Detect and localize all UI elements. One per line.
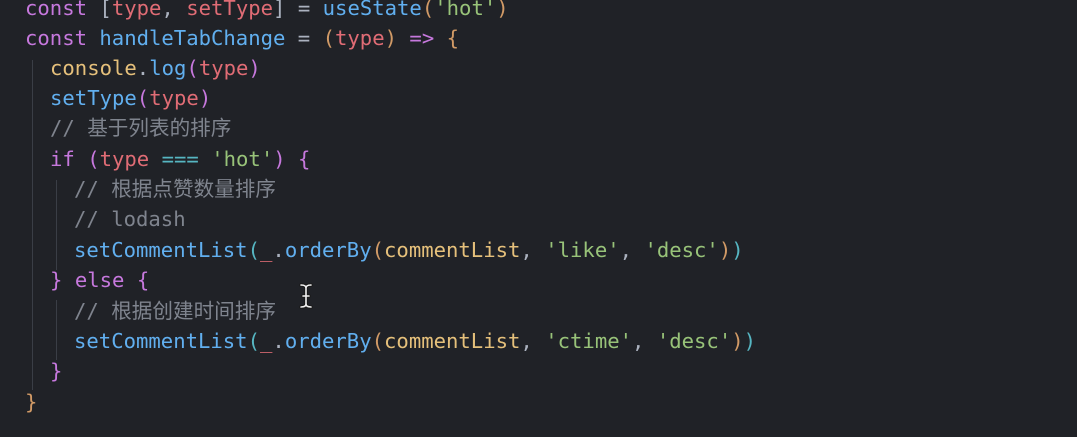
code-token: const (25, 0, 100, 20)
code-token: } (50, 268, 63, 292)
code-token: { (298, 147, 311, 171)
code-token: _ (260, 238, 273, 262)
code-line[interactable]: if (type === 'hot') { (50, 144, 310, 174)
code-line[interactable]: // 基于列表的排序 (50, 113, 231, 143)
code-token: ( (371, 238, 385, 262)
code-token: ) (743, 329, 757, 353)
code-line[interactable]: const [type, setType] = useState('hot') (25, 0, 509, 23)
code-token: commentList (384, 329, 521, 353)
code-editor[interactable]: const [type, setType] = useState('hot') … (0, 0, 1077, 437)
code-token: ) (198, 86, 212, 110)
code-line[interactable]: setCommentList(_.orderBy(commentList, 'c… (74, 326, 756, 356)
code-token: 'desc' (644, 238, 719, 262)
code-token: setCommentList (74, 329, 248, 353)
code-line[interactable]: console.log(type) (50, 53, 261, 83)
code-token: ) (248, 56, 261, 80)
code-token: ) (496, 0, 509, 20)
code-line[interactable]: // 根据点赞数量排序 (74, 174, 276, 204)
code-token: type (149, 86, 199, 110)
code-token: console (50, 56, 137, 80)
code-token: , (520, 329, 546, 353)
code-token: 'hot' (211, 147, 274, 171)
code-token: const (25, 26, 100, 50)
code-token: orderBy (284, 329, 372, 353)
code-token: type (335, 26, 385, 50)
code-token: , (520, 238, 546, 262)
code-line[interactable]: // lodash (74, 204, 186, 234)
code-line[interactable]: } (50, 356, 62, 386)
code-line[interactable]: // 根据创建时间排序 (74, 296, 276, 326)
code-token: // lodash (74, 207, 186, 231)
code-token: // 根据点赞数量排序 (74, 177, 276, 201)
code-token: setType (186, 0, 274, 20)
indent-guide (56, 180, 57, 270)
code-token: ) (718, 238, 732, 262)
code-token: , (619, 238, 645, 262)
code-token: ) (384, 26, 398, 50)
code-token: // 基于列表的排序 (50, 116, 232, 140)
code-token: ( (322, 26, 335, 50)
indent-guide (56, 300, 57, 360)
code-token: setType (50, 86, 137, 110)
code-token: _ (260, 329, 273, 353)
code-token: ( (136, 86, 150, 110)
text-cursor-icon (299, 283, 313, 309)
code-token: type (99, 147, 150, 171)
code-token: ( (247, 238, 260, 262)
code-token: ( (247, 329, 260, 353)
code-token: ( (87, 147, 100, 171)
indent-guide (32, 60, 33, 390)
code-line[interactable]: } (25, 387, 37, 417)
code-token: ( (421, 0, 435, 20)
code-token: = (285, 26, 323, 50)
code-token: ) (731, 238, 744, 262)
code-token: [ (99, 0, 112, 20)
code-token: { (446, 26, 460, 50)
code-token: type (111, 0, 162, 20)
code-token: 'desc' (656, 329, 732, 353)
code-token: commentList (384, 238, 521, 262)
code-token: ] = (273, 0, 323, 20)
code-token: // 根据创建时间排序 (74, 299, 276, 323)
code-token: useState (322, 0, 422, 20)
code-token: setCommentList (74, 238, 248, 262)
code-token: if (50, 147, 88, 171)
code-token: . (136, 56, 150, 80)
code-token: } (50, 359, 63, 383)
code-token: 'ctime' (545, 329, 633, 353)
code-token: 'like' (545, 238, 620, 262)
code-token: === (161, 147, 199, 171)
code-line[interactable]: const handleTabChange = (type) => { (25, 23, 459, 53)
code-token: . (272, 238, 285, 262)
code-line[interactable]: setCommentList(_.orderBy(commentList, 'l… (74, 235, 744, 265)
code-token: , (161, 0, 187, 20)
code-token: . (272, 329, 285, 353)
code-token: { (136, 268, 150, 292)
code-token: else (74, 268, 137, 292)
code-token: orderBy (284, 238, 372, 262)
code-token: 'hot' (434, 0, 497, 20)
code-token: ( (371, 329, 385, 353)
code-token: handleTabChange (99, 26, 286, 50)
code-line[interactable]: } else { (50, 265, 149, 295)
code-token: log (149, 56, 187, 80)
code-token: ) (273, 147, 286, 171)
code-token: } (25, 390, 38, 414)
code-token: ) (731, 329, 744, 353)
code-line[interactable]: setType(type) (50, 83, 211, 113)
code-token: , (632, 329, 657, 353)
code-token: => (409, 26, 435, 50)
code-token: type (198, 56, 249, 80)
code-token: ( (186, 56, 199, 80)
